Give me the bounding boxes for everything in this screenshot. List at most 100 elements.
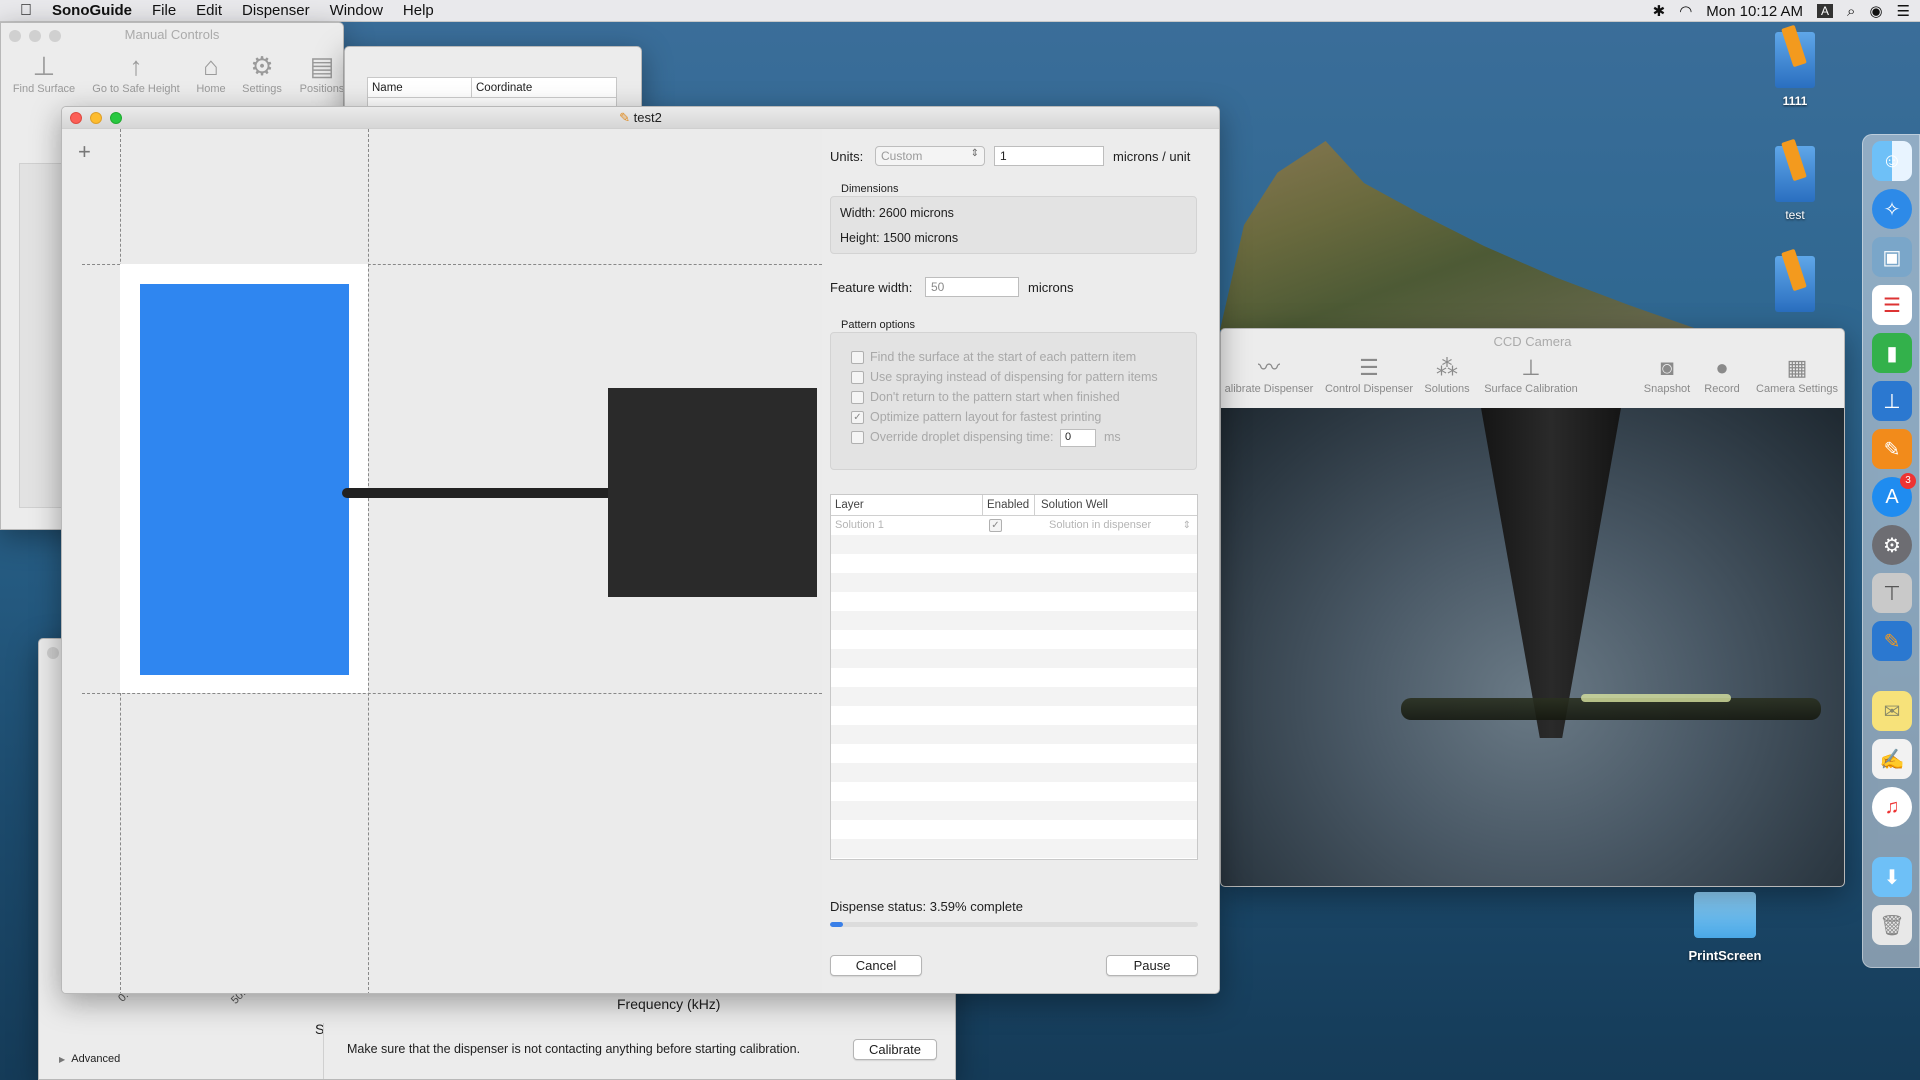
option-find-surface[interactable]: Find the surface at the start of each pa… [851,347,1136,367]
desktop-file-untitled[interactable] [1775,248,1815,312]
safari-icon[interactable]: ✧ [1872,189,1912,229]
pause-button[interactable]: Pause [1106,955,1198,976]
record-tool[interactable]: ● Record [1697,353,1747,395]
dispense-status: Dispense status: 3.59% complete [830,899,1023,914]
settings-button[interactable]: ⚙ Settings [237,49,287,96]
zoom-button[interactable] [110,112,122,124]
menu-app-name[interactable]: SonoGuide [42,2,142,19]
tool-label: Control Dispenser [1324,383,1414,395]
calibrate-button[interactable]: Calibrate [853,1039,937,1060]
dispenser-head-rect[interactable] [608,388,817,597]
settings-label: Settings [242,83,282,95]
option-label: Optimize pattern layout for fastest prin… [870,410,1102,424]
feature-width-field[interactable]: 50 [925,277,1019,297]
control-dispenser-tool[interactable]: ☰ Control Dispenser [1321,353,1417,395]
system-preferences-icon[interactable]: ⚙ [1872,525,1912,565]
trash-icon[interactable]: 🗑 [1872,905,1912,945]
col-solution-well[interactable]: Solution Well [1035,495,1108,515]
checkbox-checked[interactable]: ✓ [989,518,1002,532]
option-label: Use spraying instead of dispensing for p… [870,370,1158,384]
layers-table[interactable]: Layer Enabled Solution Well Solution 1 ✓… [830,494,1198,860]
menu-file[interactable]: File [142,2,186,19]
grid-line [368,129,369,993]
desktop-folder-printscreen[interactable]: PrintScreen [1685,892,1765,963]
numbers-icon[interactable]: ▮ [1872,333,1912,373]
solutions-tool[interactable]: ⁂ Solutions [1419,353,1475,395]
home-label: Home [196,83,226,95]
menu-window[interactable]: Window [320,2,393,19]
tool-label: Surface Calibration [1484,383,1578,395]
find-surface-button[interactable]: ⊥ Find Surface [7,49,81,96]
dispenser-app-icon[interactable]: ⊤ [1872,573,1912,613]
units-value-field[interactable]: 1 [994,146,1104,166]
music-icon[interactable]: ♫ [1872,787,1912,827]
enabled-cell[interactable]: ✓ [983,516,1035,535]
menu-edit[interactable]: Edit [186,2,232,19]
table-row[interactable]: Solution 1 ✓ Solution in dispenser ⇕ [831,516,1197,535]
close-button[interactable] [47,647,59,659]
safe-height-button[interactable]: ↑ Go to Safe Height [87,49,185,96]
apple-icon[interactable]:  [0,2,42,20]
pages-icon[interactable]: ✎ [1872,429,1912,469]
close-button[interactable] [70,112,82,124]
minimize-button[interactable] [90,112,102,124]
col-layer[interactable]: Layer [831,495,983,515]
option-no-return[interactable]: Don't return to the pattern start when f… [851,387,1120,407]
checkbox[interactable] [851,371,864,385]
add-icon[interactable]: + [78,139,91,165]
calibrate-dispenser-tool[interactable]: 〰 alibrate Dispenser [1221,353,1317,395]
desktop-file-test[interactable]: test [1765,138,1825,222]
camera-settings-tool[interactable]: ▦ Camera Settings [1749,353,1844,395]
col-coordinate[interactable]: Coordinate [472,78,532,97]
desktop-landscape [1220,141,1700,330]
solution-well-cell[interactable]: Solution in dispenser ⇕ [1035,516,1197,535]
pattern-window: ✎ test2 + Units: Custom ⇕ 1 microns / uni… [61,106,1220,994]
sonoguide-icon[interactable]: ✎ [1872,621,1912,661]
option-optimize[interactable]: ✓ Optimize pattern layout for fastest pri… [851,407,1101,427]
surface-calibration-tool[interactable]: ⊥ Surface Calibration [1479,353,1583,395]
desktop-file-1111[interactable]: 1111 [1765,24,1825,108]
keynote-icon[interactable]: ⊥ [1872,381,1912,421]
positions-button[interactable]: ▤ Positions [293,49,343,96]
desktop-file-label: 1111 [1782,94,1808,108]
input-source-icon[interactable]: A [1817,4,1834,18]
side-panel [19,163,63,508]
option-override-time[interactable]: Override droplet dispensing time: [851,427,1053,447]
notification-center-icon[interactable]: ☰ [1897,2,1910,20]
dispense-path-line [342,488,615,498]
stickies-icon[interactable]: ✉ [1872,691,1912,731]
override-time-field[interactable]: 0 [1060,429,1096,447]
col-name[interactable]: Name [368,78,472,97]
cancel-button[interactable]: Cancel [830,955,922,976]
wifi-icon[interactable]: ◠ [1679,2,1692,20]
reminders-icon[interactable]: ☰ [1872,285,1912,325]
pattern-canvas[interactable]: + [62,129,822,993]
clock[interactable]: Mon 10:12 AM [1706,3,1803,20]
document-icon [1775,24,1815,88]
app-store-icon[interactable]: A 3 [1872,473,1916,517]
menu-help[interactable]: Help [393,2,444,19]
home-button[interactable]: ⌂ Home [191,49,231,96]
downloads-icon[interactable]: ⬇ [1872,857,1912,897]
bluetooth-icon[interactable]: ✱ [1653,2,1666,20]
finder-icon[interactable]: ☺ [1872,141,1912,181]
preview-icon[interactable]: ▣ [1872,237,1912,277]
pattern-options-label: Pattern options [841,319,915,331]
menu-dispenser[interactable]: Dispenser [232,2,320,19]
spotlight-icon[interactable]: ⌕ [1847,3,1855,20]
snapshot-tool[interactable]: ◙ Snapshot [1639,353,1695,395]
col-enabled[interactable]: Enabled [983,495,1035,515]
stepper-icon: ⇕ [1182,520,1191,531]
checkbox[interactable] [851,431,864,445]
checkbox[interactable] [851,351,864,365]
option-spraying[interactable]: Use spraying instead of dispensing for p… [851,367,1158,387]
dispenser-tip [1481,408,1621,738]
units-suffix: microns / unit [1113,149,1191,164]
checkbox-checked[interactable]: ✓ [851,411,864,425]
blue-pattern-rect[interactable] [140,284,349,675]
siri-icon[interactable]: ◉ [1869,2,1882,20]
units-select[interactable]: Custom ⇕ [875,146,985,166]
textedit-icon[interactable]: ✍ [1872,739,1912,779]
advanced-disclosure[interactable]: ▶ Advanced [59,1053,120,1065]
checkbox[interactable] [851,391,864,405]
